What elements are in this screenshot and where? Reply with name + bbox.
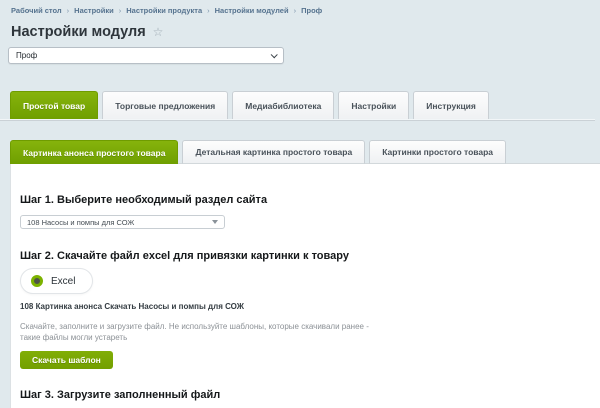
star-outline-icon[interactable]: ☆ — [153, 26, 164, 38]
radio-selected-icon[interactable] — [31, 275, 43, 287]
breadcrumb: Рабочий стол › Настройки › Настройки про… — [0, 0, 600, 15]
tab-trade-offers[interactable]: Торговые предложения — [102, 91, 228, 119]
breadcrumb-item-prof[interactable]: Проф — [301, 6, 322, 15]
step2-heading: Шаг 2. Скачайте файл excel для привязки … — [20, 250, 600, 262]
chevron-down-icon — [212, 220, 218, 224]
chevron-down-icon — [271, 51, 278, 58]
step1-heading: Шаг 1. Выберите необходимый раздел сайта — [20, 164, 600, 206]
subtab-detail-picture[interactable]: Детальная картинка простого товара — [182, 140, 365, 164]
content-panel: Шаг 1. Выберите необходимый раздел сайта… — [10, 163, 600, 408]
breadcrumb-item-settings[interactable]: Настройки — [74, 6, 114, 15]
tab-simple-product[interactable]: Простой товар — [10, 91, 98, 119]
template-info-text: 108 Картинка анонса Скачать Насосы и пом… — [20, 302, 600, 311]
profile-select[interactable]: Проф — [8, 47, 284, 64]
breadcrumb-separator-icon: › — [207, 6, 210, 15]
breadcrumb-item-product-settings[interactable]: Настройки продукта — [126, 6, 202, 15]
page-title: Настройки модуля — [11, 24, 146, 40]
module-settings-page: Рабочий стол › Настройки › Настройки про… — [0, 0, 600, 408]
excel-format-label: Excel — [51, 276, 75, 287]
sub-tabs: Картинка анонса простого товара Детальна… — [10, 140, 600, 164]
site-section-select-value: 108 Насосы и помпы для СОЖ — [27, 218, 134, 227]
download-template-button[interactable]: Скачать шаблон — [20, 351, 113, 369]
tab-media-library[interactable]: Медиабиблиотека — [232, 91, 334, 119]
subtab-product-pictures[interactable]: Картинки простого товара — [369, 140, 506, 164]
breadcrumb-separator-icon: › — [294, 6, 297, 15]
breadcrumb-item-module-settings[interactable]: Настройки модулей — [215, 6, 289, 15]
tabs-separator — [0, 119, 595, 121]
step3-heading: Шаг 3. Загрузите заполненный файл — [20, 389, 600, 401]
tab-instruction[interactable]: Инструкция — [413, 91, 489, 119]
site-section-select[interactable]: 108 Насосы и помпы для СОЖ — [20, 215, 225, 229]
profile-select-value: Проф — [16, 51, 37, 60]
excel-format-option[interactable]: Excel — [20, 268, 93, 294]
breadcrumb-item-desktop[interactable]: Рабочий стол — [11, 6, 62, 15]
breadcrumb-separator-icon: › — [119, 6, 122, 15]
main-tabs: Простой товар Торговые предложения Медиа… — [10, 91, 600, 119]
subtab-preview-picture[interactable]: Картинка анонса простого товара — [10, 140, 178, 164]
page-header: Настройки модуля ☆ — [11, 24, 600, 40]
download-note-text: Скачайте, заполните и загрузите файл. Не… — [20, 322, 372, 343]
tab-settings[interactable]: Настройки — [338, 91, 409, 119]
breadcrumb-separator-icon: › — [67, 6, 70, 15]
